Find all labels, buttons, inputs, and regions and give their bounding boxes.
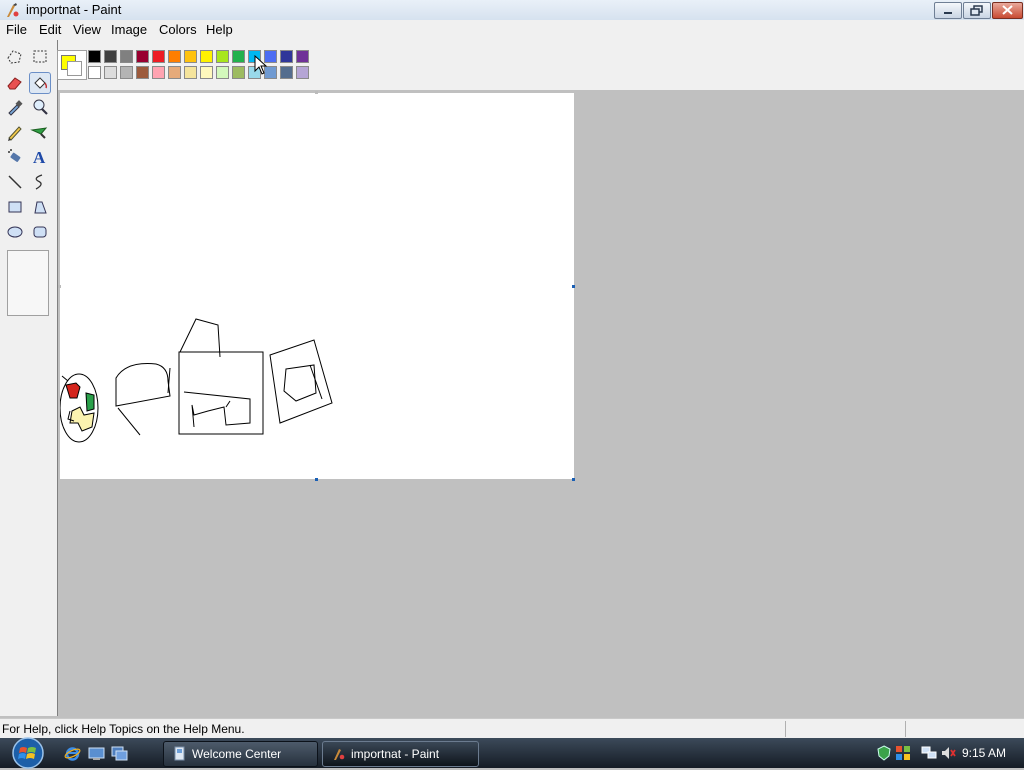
restore-icon	[970, 5, 983, 16]
window-title: importnat - Paint	[26, 2, 122, 17]
select-icon[interactable]	[29, 46, 51, 68]
internet-explorer-icon[interactable]	[64, 745, 81, 762]
paint-app-icon	[7, 3, 19, 17]
menu-help[interactable]: Help	[206, 22, 233, 37]
menu-bar: File Edit View Image Colors Help	[0, 20, 1024, 40]
text-icon[interactable]: A	[29, 146, 51, 168]
menu-file[interactable]: File	[6, 22, 27, 37]
airbrush-icon[interactable]	[4, 146, 26, 168]
color-swatch[interactable]	[184, 50, 197, 63]
color-swatch[interactable]	[168, 66, 181, 79]
mouse-cursor-icon	[254, 55, 268, 75]
svg-text:A: A	[33, 148, 46, 167]
polygon-icon[interactable]	[29, 196, 51, 218]
color-swatch[interactable]	[120, 66, 133, 79]
magnifier-icon[interactable]	[29, 96, 51, 118]
color-swatch[interactable]	[232, 50, 245, 63]
status-text: For Help, click Help Topics on the Help …	[2, 722, 245, 736]
color-swatch[interactable]	[216, 50, 229, 63]
color-swatch[interactable]	[216, 66, 229, 79]
security-center-icon[interactable]	[876, 745, 892, 761]
color-swatch[interactable]	[136, 50, 149, 63]
resize-handle-corner[interactable]	[572, 478, 575, 481]
network-icon[interactable]	[921, 745, 937, 761]
minimize-button[interactable]	[934, 2, 962, 19]
status-bar: For Help, click Help Topics on the Help …	[0, 718, 1024, 739]
color-box	[0, 40, 1024, 90]
menu-image[interactable]: Image	[111, 22, 147, 37]
status-separator	[905, 721, 906, 737]
pick-color-icon[interactable]	[4, 96, 26, 118]
close-button[interactable]	[992, 2, 1023, 19]
status-separator	[785, 721, 786, 737]
color-swatch[interactable]	[200, 66, 213, 79]
color-swatch[interactable]	[168, 50, 181, 63]
line-icon[interactable]	[4, 171, 26, 193]
fill-with-color-icon	[34, 77, 48, 89]
rounded-rectangle-icon[interactable]	[29, 221, 51, 243]
brush-icon[interactable]	[29, 121, 51, 143]
free-form-select-icon[interactable]	[4, 46, 26, 68]
taskbar-button-paint[interactable]: importnat - Paint	[322, 741, 479, 767]
color-swatch[interactable]	[184, 66, 197, 79]
color-swatch[interactable]	[104, 66, 117, 79]
maximize-button[interactable]	[963, 2, 991, 19]
clock[interactable]: 9:15 AM	[962, 746, 1006, 760]
color-swatch[interactable]	[88, 50, 101, 63]
taskbar-button-welcome-center[interactable]: Welcome Center	[163, 741, 318, 767]
resize-handle-top	[315, 91, 318, 94]
color-swatch[interactable]	[200, 50, 213, 63]
menu-colors[interactable]: Colors	[159, 22, 197, 37]
minimize-icon	[944, 12, 952, 14]
color-swatch[interactable]	[104, 50, 117, 63]
switch-windows-icon[interactable]	[111, 745, 128, 762]
color-swatch[interactable]	[88, 66, 101, 79]
resize-handle-left	[58, 285, 61, 288]
taskbar: Welcome Center importnat - Paint 9:15 AM	[0, 736, 1024, 770]
color-swatch[interactable]	[152, 50, 165, 63]
color-swatch[interactable]	[296, 50, 309, 63]
color-swatch[interactable]	[280, 66, 293, 79]
paint-app-icon	[334, 749, 345, 760]
menu-edit[interactable]: Edit	[39, 22, 61, 37]
taskbar-button-label: Welcome Center	[192, 747, 282, 761]
color-swatch[interactable]	[136, 66, 149, 79]
canvas-drawing	[59, 318, 333, 443]
rectangle-icon[interactable]	[4, 196, 26, 218]
background-color[interactable]	[67, 61, 82, 76]
color-swatch[interactable]	[232, 66, 245, 79]
start-button[interactable]	[6, 736, 50, 770]
volume-muted-icon[interactable]	[940, 745, 956, 761]
color-swatch[interactable]	[280, 50, 293, 63]
title-bar[interactable]: importnat - Paint	[0, 0, 1024, 21]
menu-view[interactable]: View	[73, 22, 101, 37]
fill-tool-button[interactable]	[29, 72, 51, 94]
show-desktop-icon[interactable]	[88, 745, 105, 762]
color-swatch[interactable]	[296, 66, 309, 79]
ellipse-icon[interactable]	[4, 221, 26, 243]
tool-options-box[interactable]	[7, 250, 49, 316]
color-swatch[interactable]	[120, 50, 133, 63]
resize-handle-right[interactable]	[572, 285, 575, 288]
welcome-center-icon	[174, 746, 185, 761]
resize-handle-bottom[interactable]	[315, 478, 318, 481]
taskbar-button-label: importnat - Paint	[351, 747, 440, 761]
drawing-canvas[interactable]	[59, 93, 574, 479]
color-swatch[interactable]	[152, 66, 165, 79]
close-icon	[1002, 5, 1013, 15]
eraser-icon[interactable]	[4, 71, 26, 93]
curve-icon[interactable]	[29, 171, 51, 193]
pencil-icon[interactable]	[4, 121, 26, 143]
windows-update-icon[interactable]	[895, 745, 911, 761]
